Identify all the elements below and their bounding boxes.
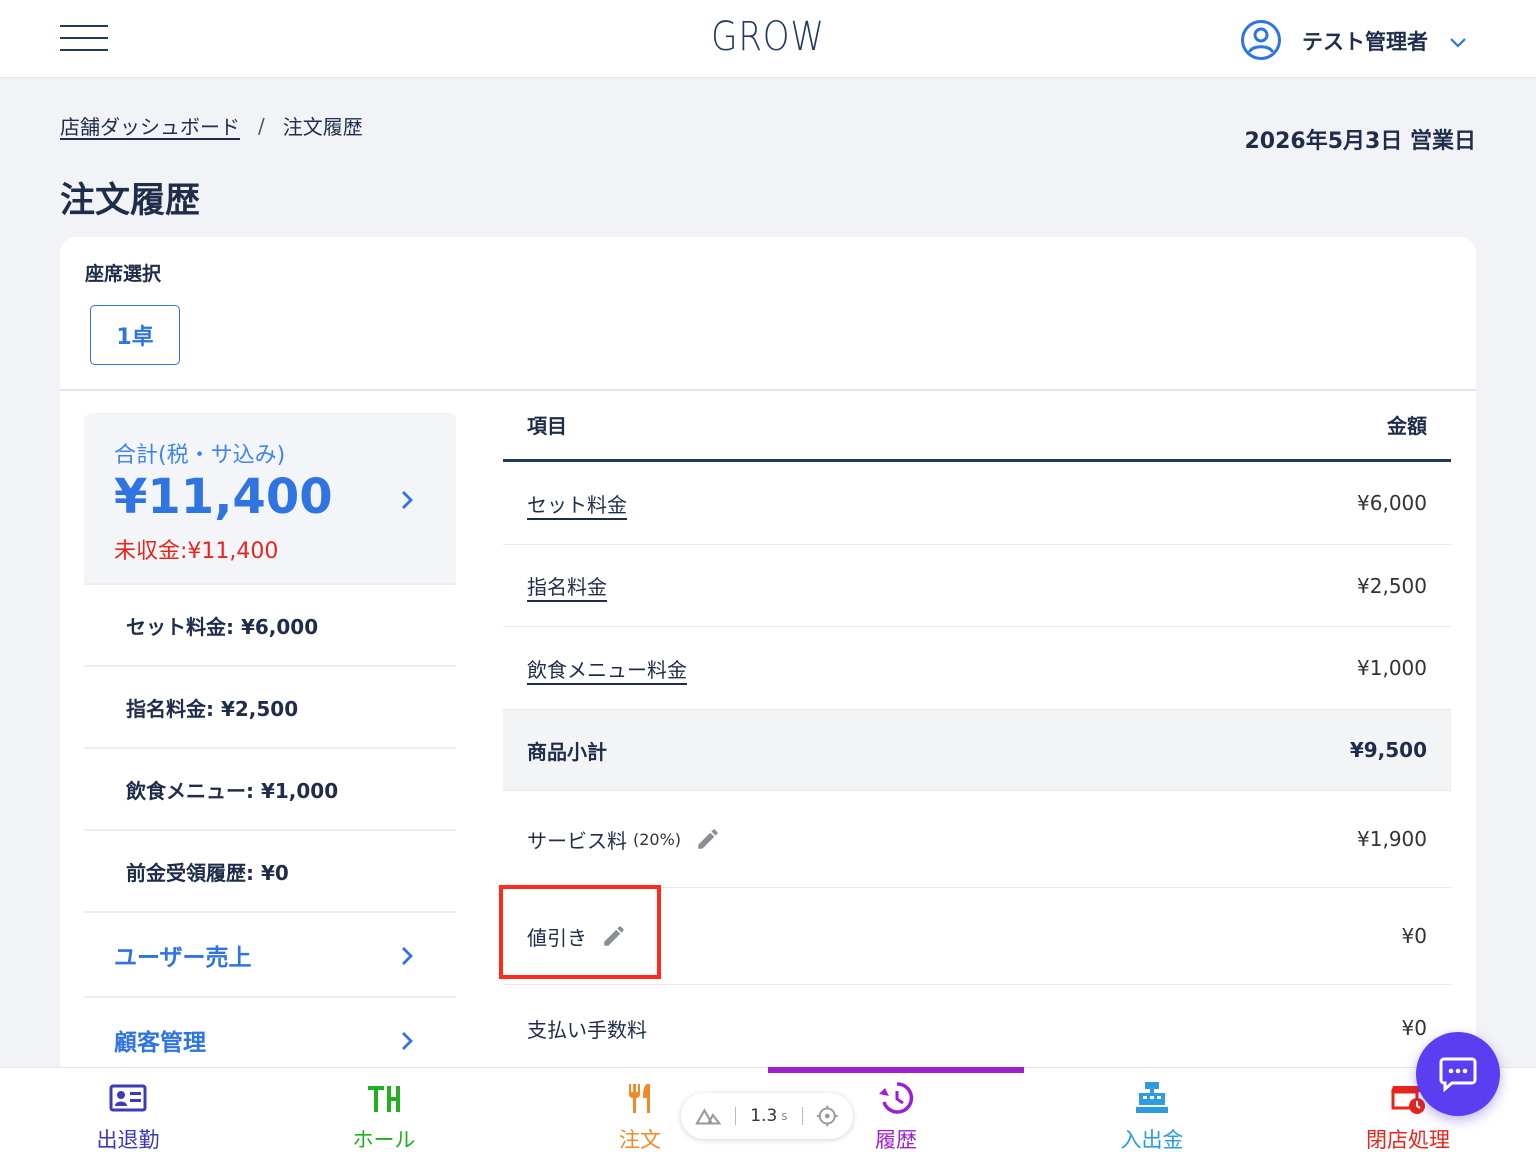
business-date: 2026年5月3日 営業日 — [1244, 129, 1476, 154]
total-label: 合計(税・サ込み) — [114, 443, 286, 468]
user-sales-label: ユーザー売上 — [114, 944, 252, 971]
user-sales-link[interactable]: ユーザー売上 — [84, 911, 456, 996]
breadcrumb: 店舗ダッシュボード / 注文履歴 — [60, 111, 363, 140]
seat-button-1[interactable]: 1卓 — [90, 305, 180, 365]
discount-label: 値引き — [527, 925, 587, 950]
breakdown-set-fee: セット料金: ¥6,000 — [84, 583, 456, 665]
table-row: セット料金 ¥6,000 — [503, 462, 1451, 545]
nav-active-indicator — [768, 1067, 1024, 1073]
nav-attendance[interactable]: 出退勤 — [0, 1068, 256, 1152]
menu-icon[interactable] — [60, 24, 108, 52]
amount-cell: ¥1,000 — [1357, 656, 1427, 680]
table-row: 指名料金 ¥2,500 — [503, 545, 1451, 627]
nav-cash[interactable]: 入出金 — [1024, 1068, 1280, 1152]
charges-table: 項目 金額 セット料金 ¥6,000 指名料金 ¥2,500 飲食メニュー料金 … — [503, 390, 1451, 1071]
perf-unit: s — [781, 1109, 788, 1123]
id-card-icon — [109, 1084, 147, 1112]
table-header: 項目 金額 — [503, 390, 1451, 462]
perf-value: 1.3 — [750, 1106, 778, 1126]
table-row: 支払い手数料 ¥0 — [503, 985, 1451, 1071]
item-food-menu-link[interactable]: 飲食メニュー料金 — [527, 654, 687, 683]
chevron-right-icon[interactable] — [394, 487, 420, 513]
table-row: 値引き ¥0 — [503, 888, 1451, 985]
nav-hall-label: ホール — [352, 1128, 416, 1152]
breakdown-nomination-fee: 指名料金: ¥2,500 — [84, 665, 456, 747]
chevron-right-icon — [402, 947, 413, 965]
summary-panel: 合計(税・サ込み) ¥11,400 未収金:¥11,400 セット料金: ¥6,… — [84, 413, 456, 1081]
app-header: GROW テスト管理者 — [0, 0, 1536, 78]
item-nomination-fee-link[interactable]: 指名料金 — [527, 571, 607, 600]
total-value: ¥11,400 — [114, 469, 333, 525]
amount-cell: ¥2,500 — [1357, 573, 1427, 598]
subtotal-label: 商品小計 — [527, 739, 607, 764]
chat-bubble-icon — [1439, 1057, 1477, 1093]
chevron-right-icon — [402, 1032, 413, 1050]
unpaid-amount: 未収金:¥11,400 — [114, 539, 279, 564]
table-row: 飲食メニュー料金 ¥1,000 — [503, 627, 1451, 710]
breakdown-advance-history: 前金受領履歴: ¥0 — [84, 829, 456, 911]
subtotal-amount: ¥9,500 — [1349, 738, 1427, 762]
order-history-card: 座席選択 1卓 合計(税・サ込み) ¥11,400 未収金:¥11,400 セッ… — [60, 237, 1476, 1077]
hall-icon — [368, 1086, 400, 1112]
nav-close-store-label: 閉店処理 — [1366, 1128, 1450, 1152]
cash-register-icon — [1136, 1082, 1168, 1113]
breadcrumb-dashboard-link[interactable]: 店舗ダッシュボード — [60, 111, 240, 140]
amount-cell: ¥1,900 — [1357, 827, 1427, 851]
perf-divider — [801, 1107, 803, 1125]
service-fee-label: サービス料 — [527, 828, 627, 853]
user-name[interactable]: テスト管理者 — [1302, 26, 1428, 56]
total-summary[interactable]: 合計(税・サ込み) ¥11,400 未収金:¥11,400 — [84, 413, 456, 583]
amount-cell: ¥0 — [1401, 1016, 1427, 1040]
payment-fee-label: 支払い手数料 — [527, 1017, 647, 1042]
customer-management-label: 顧客管理 — [114, 1029, 206, 1056]
item-set-fee-link[interactable]: セット料金 — [527, 489, 627, 518]
nav-cash-label: 入出金 — [1120, 1128, 1184, 1152]
pencil-icon[interactable] — [601, 923, 627, 949]
chat-button[interactable] — [1416, 1032, 1500, 1116]
crosshair-icon[interactable] — [816, 1104, 839, 1128]
table-row: サービス料 (20%) ¥1,900 — [503, 791, 1451, 888]
pencil-icon[interactable] — [695, 826, 721, 852]
amount-cell: ¥0 — [1401, 924, 1427, 948]
page-title: 注文履歴 — [60, 181, 201, 221]
breadcrumb-current: 注文履歴 — [282, 115, 363, 139]
breadcrumb-separator: / — [258, 113, 265, 138]
fork-knife-icon — [629, 1084, 650, 1113]
history-icon — [879, 1082, 914, 1114]
column-header-item: 項目 — [527, 414, 567, 438]
seat-select-label: 座席選択 — [85, 263, 162, 285]
amount-cell: ¥6,000 — [1357, 491, 1427, 515]
subtotal-row: 商品小計 ¥9,500 — [503, 710, 1451, 791]
perf-divider — [735, 1107, 737, 1125]
perf-indicator[interactable]: 1.3 s — [681, 1093, 853, 1139]
nuxt-logo-icon — [695, 1108, 722, 1125]
chevron-down-icon[interactable] — [1446, 30, 1470, 54]
app-logo: GROW — [711, 14, 825, 60]
service-fee-percent: (20%) — [633, 829, 682, 849]
nav-hall[interactable]: ホール — [256, 1068, 512, 1152]
breakdown-food-menu: 飲食メニュー: ¥1,000 — [84, 747, 456, 829]
user-avatar-icon[interactable] — [1240, 19, 1282, 61]
nav-attendance-label: 出退勤 — [96, 1128, 160, 1152]
column-header-amount: 金額 — [1387, 414, 1427, 438]
